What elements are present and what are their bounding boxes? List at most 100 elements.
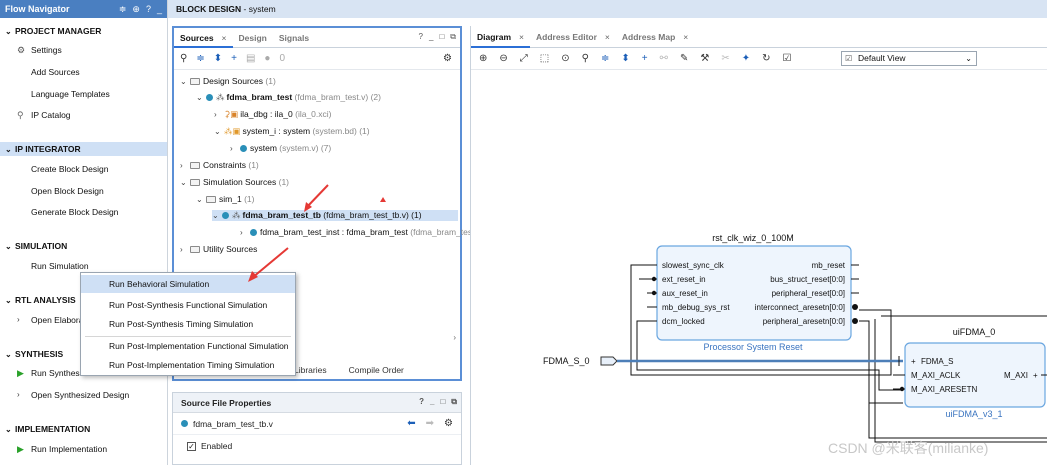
validate-icon[interactable]: ⚒ [700, 53, 709, 64]
zoom-area-icon[interactable]: ⬚ [540, 53, 549, 64]
chevron-right-icon[interactable]: › [230, 144, 240, 153]
section-simulation[interactable]: ⌄ SIMULATION [0, 239, 167, 253]
float-icon[interactable]: ⧉ [451, 397, 457, 407]
search-icon[interactable]: ⚲ [180, 53, 187, 64]
close-icon[interactable]: × [222, 33, 227, 43]
chevron-down-icon[interactable]: ⌄ [180, 178, 190, 187]
tree-node-tb[interactable]: ⌄ ⁂ fdma_bram_test_tb (fdma_bram_test_tb.v… [212, 210, 458, 221]
minimize-icon[interactable]: _ [430, 397, 434, 407]
collapse-all-icon[interactable]: ≑ [196, 53, 204, 64]
minimize-icon[interactable]: _ [157, 4, 162, 15]
chevron-right-icon[interactable]: › [240, 228, 250, 237]
regenerate-layout-icon[interactable]: ↻ [762, 53, 770, 64]
autoconnect-icon[interactable]: ✂ [721, 53, 729, 64]
nav-language-templates[interactable]: Language Templates [31, 89, 110, 99]
tab-diagram[interactable]: Diagram × [471, 26, 530, 48]
section-implementation[interactable]: ⌄ IMPLEMENTATION [0, 422, 167, 436]
zoom-out-icon[interactable]: ⊖ [499, 53, 507, 64]
properties-icon[interactable]: ✎ [680, 53, 688, 64]
nav-add-sources[interactable]: Add Sources [31, 67, 80, 77]
properties-icon[interactable]: ▤ [246, 53, 255, 64]
gear-icon[interactable]: ⚙ [443, 53, 452, 64]
nav-ip-catalog[interactable]: ⚲ IP Catalog [17, 110, 71, 120]
expand-all-icon[interactable]: ⬍ [214, 53, 222, 64]
nav-run-simulation[interactable]: Run Simulation [31, 261, 89, 271]
chevron-right-icon[interactable]: › [180, 245, 190, 254]
chevron-down-icon[interactable]: ⌄ [212, 211, 222, 220]
section-ip-integrator[interactable]: ⌄ IP INTEGRATOR [0, 142, 167, 156]
add-sources-icon[interactable]: + [231, 53, 237, 64]
close-icon[interactable]: × [605, 32, 610, 42]
chevron-down-icon[interactable]: ⌄ [196, 195, 206, 204]
chevron-right-icon[interactable]: › [214, 110, 224, 119]
menu-run-post-implementation-functional[interactable]: Run Post-Implementation Functional Simul… [81, 337, 295, 355]
close-icon[interactable]: × [683, 32, 688, 42]
back-arrow-icon[interactable]: ⬅ [407, 418, 415, 429]
validate-design-icon[interactable]: ☑ [783, 53, 792, 64]
tab-compile-order[interactable]: Compile Order [349, 365, 404, 375]
chevron-down-icon[interactable]: ⌄ [180, 77, 190, 86]
help-icon[interactable]: ? [419, 397, 424, 407]
tree-node-inst[interactable]: › fdma_bram_test_inst : fdma_bram_test (f… [240, 227, 472, 237]
tree-node-design-sources[interactable]: ⌄ Design Sources (1) [180, 76, 276, 86]
nav-open-synthesized[interactable]: › Open Synthesized Design [17, 390, 129, 400]
nav-create-block-design[interactable]: Create Block Design [31, 164, 108, 174]
help-icon[interactable]: ? [146, 4, 151, 15]
minimize-icon[interactable]: _ [429, 32, 433, 42]
nav-settings[interactable]: ⚙ Settings [17, 45, 62, 55]
properties-title: Source File Properties [181, 398, 272, 408]
pin-icon[interactable]: ✦ [742, 53, 750, 64]
menu-run-post-synthesis-timing[interactable]: Run Post-Synthesis Timing Simulation [81, 315, 295, 333]
menu-run-post-implementation-timing[interactable]: Run Post-Implementation Timing Simulatio… [81, 356, 295, 374]
enabled-checkbox[interactable]: ✓ [187, 441, 196, 451]
tree-node-utility[interactable]: › Utility Sources [180, 244, 257, 254]
fdma-input-m-axi-aclk: M_AXI_ACLK [911, 371, 961, 380]
zoom-in-icon[interactable]: ⊕ [479, 53, 487, 64]
tree-node-system-i[interactable]: ⌄ ⁂▣ system_i : system (system.bd) (1) [214, 126, 370, 137]
forward-arrow-icon[interactable]: ➡ [426, 418, 434, 429]
maximize-icon[interactable]: □ [439, 32, 444, 42]
tree-node-sim-1[interactable]: ⌄ sim_1 (1) [196, 194, 254, 204]
make-connection-icon[interactable]: ⚯ [660, 53, 668, 64]
add-ip-icon[interactable]: + [642, 53, 648, 64]
help-icon[interactable]: ? [419, 32, 423, 42]
menu-run-behavioral-simulation[interactable]: Run Behavioral Simulation [81, 275, 295, 293]
nav-open-elaborated[interactable]: › Open Elabora [17, 315, 83, 325]
tree-node-system[interactable]: › system (system.v) (7) [230, 143, 331, 153]
tree-node-ila[interactable]: › ⚳▣ ila_dbg : ila_0 (ila_0.xci) [214, 109, 331, 120]
properties-nav: ⬅ ➡ ⚙ [407, 418, 453, 429]
tab-libraries[interactable]: Libraries [294, 365, 327, 375]
search-icon[interactable]: ⚲ [582, 53, 589, 64]
tab-design[interactable]: Design [233, 28, 273, 48]
tab-signals[interactable]: Signals [273, 28, 315, 48]
fit-view-icon[interactable]: ⤢ [520, 53, 528, 64]
collapse-all-icon[interactable]: ≑ [119, 4, 127, 15]
tree-node-constraints[interactable]: › Constraints (1) [180, 160, 259, 170]
chevron-down-icon[interactable]: ⌄ [196, 93, 206, 102]
expand-all-icon[interactable]: ⬍ [621, 53, 629, 64]
tab-sources[interactable]: Sources × [174, 28, 233, 48]
nav-run-synthesis[interactable]: ▶ Run Synthes [17, 368, 80, 378]
view-select[interactable]: ☑ Default View ⌄ [841, 51, 977, 66]
gear-icon[interactable]: ⚙ [444, 418, 453, 429]
close-icon[interactable]: × [519, 32, 524, 42]
chevron-right-icon[interactable]: › [180, 161, 190, 170]
chevron-down-icon[interactable]: ⌄ [214, 127, 224, 136]
select-area-icon[interactable]: ⊙ [561, 53, 569, 64]
float-icon[interactable]: ⧉ [450, 32, 456, 42]
expand-all-icon[interactable]: ⊕ [132, 4, 140, 15]
maximize-icon[interactable]: □ [440, 397, 445, 407]
tree-node-top[interactable]: ⌄ ⁂ fdma_bram_test (fdma_bram_test.v) (2) [196, 92, 381, 103]
menu-run-post-synthesis-functional[interactable]: Run Post-Synthesis Functional Simulation [81, 296, 295, 314]
nav-open-block-design[interactable]: Open Block Design [31, 186, 104, 196]
section-project-manager[interactable]: ⌄ PROJECT MANAGER [0, 24, 167, 38]
tree-node-sim-sources[interactable]: ⌄ Simulation Sources (1) [180, 177, 289, 187]
scroll-right-icon[interactable]: › [453, 333, 456, 342]
port-fdma-s-0[interactable] [600, 356, 618, 366]
block-diagram-canvas[interactable]: rst_clk_wiz_0_100M Processor System Rese… [471, 70, 1047, 465]
tab-address-map[interactable]: Address Map × [616, 26, 694, 48]
tab-address-editor[interactable]: Address Editor × [530, 26, 616, 48]
nav-generate-block-design[interactable]: Generate Block Design [31, 207, 118, 217]
nav-run-implementation[interactable]: ▶ Run Implementation [17, 444, 107, 454]
collapse-all-icon[interactable]: ≑ [601, 53, 609, 64]
